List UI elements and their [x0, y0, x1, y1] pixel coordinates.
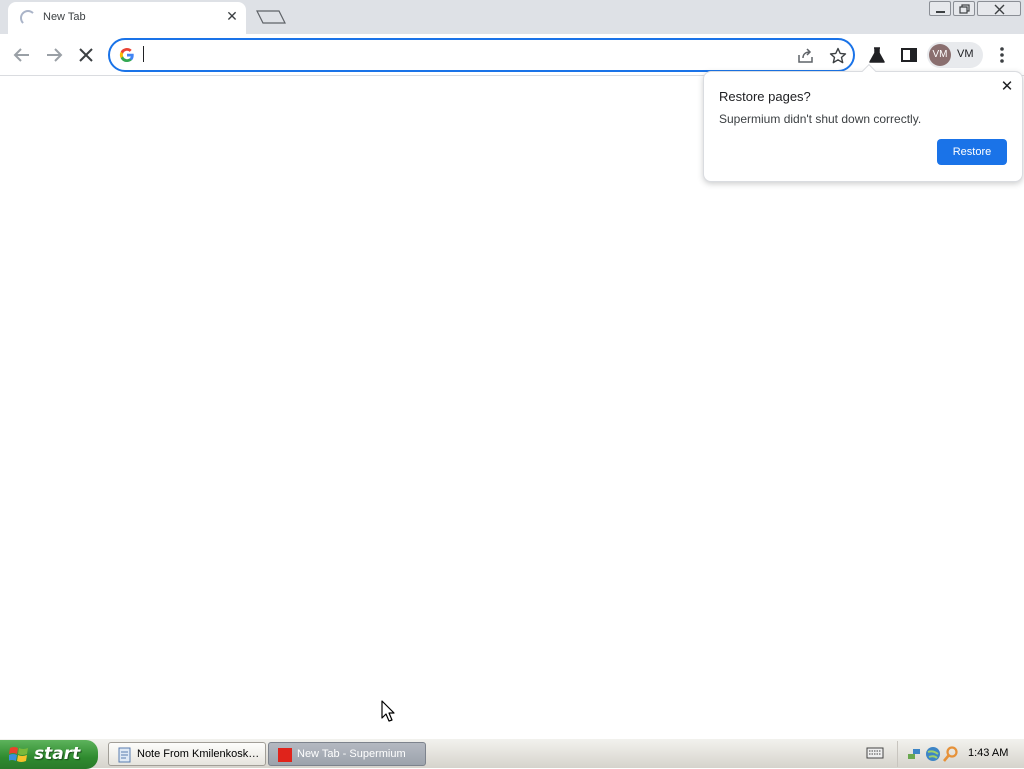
- taskbar-item-note[interactable]: Note From Kmilenkosk…: [108, 742, 266, 766]
- tab-new-tab[interactable]: New Tab ✕: [8, 2, 246, 34]
- text-caret: [143, 46, 144, 62]
- profile-chip[interactable]: VM VM: [927, 42, 983, 68]
- restore-button[interactable]: Restore: [937, 139, 1007, 165]
- supermium-icon: [278, 748, 292, 762]
- share-icon[interactable]: [796, 46, 816, 66]
- back-icon: [13, 48, 29, 62]
- start-button[interactable]: start: [0, 740, 98, 769]
- new-tab-button[interactable]: [255, 9, 287, 25]
- menu-dots-icon: [1000, 47, 1004, 63]
- taskbar-item-label: New Tab - Supermium: [297, 748, 406, 760]
- system-tray: 1:43 AM: [897, 741, 1024, 767]
- side-panel-button[interactable]: [897, 43, 921, 67]
- search-icon[interactable]: [943, 746, 959, 762]
- tab-title: New Tab: [43, 11, 86, 23]
- network-icon[interactable]: [906, 746, 922, 762]
- loading-spinner-icon: [20, 10, 36, 26]
- mail-note-icon: [118, 747, 131, 763]
- bookmark-star-icon[interactable]: [828, 46, 848, 66]
- address-bar[interactable]: [108, 38, 855, 72]
- mouse-cursor-icon: [381, 700, 395, 722]
- omnibox-input[interactable]: [142, 46, 782, 64]
- window-close-button[interactable]: [977, 1, 1021, 16]
- taskbar: start Note From Kmilenkosk… New Tab - Su…: [0, 738, 1024, 769]
- close-icon[interactable]: ✕: [999, 78, 1015, 94]
- tab-strip: New Tab ✕: [0, 0, 1024, 34]
- avatar: VM: [929, 44, 951, 66]
- stop-icon: [79, 48, 93, 62]
- profile-label: VM: [957, 48, 974, 60]
- window-minimize-button[interactable]: [929, 1, 951, 16]
- menu-button[interactable]: [990, 43, 1014, 67]
- clock: 1:43 AM: [968, 747, 1009, 759]
- windows-logo-icon: [9, 747, 28, 762]
- google-g-icon: [119, 47, 134, 63]
- dialog-title: Restore pages?: [719, 89, 811, 104]
- side-panel-icon: [901, 48, 917, 62]
- window-restore-button[interactable]: [953, 1, 975, 16]
- dialog-message: Supermium didn't shut down correctly.: [719, 112, 922, 126]
- taskbar-item-label: Note From Kmilenkosk…: [137, 748, 260, 760]
- keyboard-icon[interactable]: [866, 746, 884, 760]
- forward-icon: [47, 48, 63, 62]
- tab-close-icon[interactable]: ✕: [224, 9, 240, 25]
- forward-button[interactable]: [42, 43, 66, 67]
- restore-pages-dialog: Restore pages? Supermium didn't shut dow…: [703, 63, 1023, 182]
- stop-button[interactable]: [74, 43, 98, 67]
- back-button[interactable]: [10, 43, 34, 67]
- start-label: start: [34, 744, 81, 764]
- taskbar-item-browser[interactable]: New Tab - Supermium: [268, 742, 426, 766]
- globe-icon[interactable]: [925, 746, 941, 762]
